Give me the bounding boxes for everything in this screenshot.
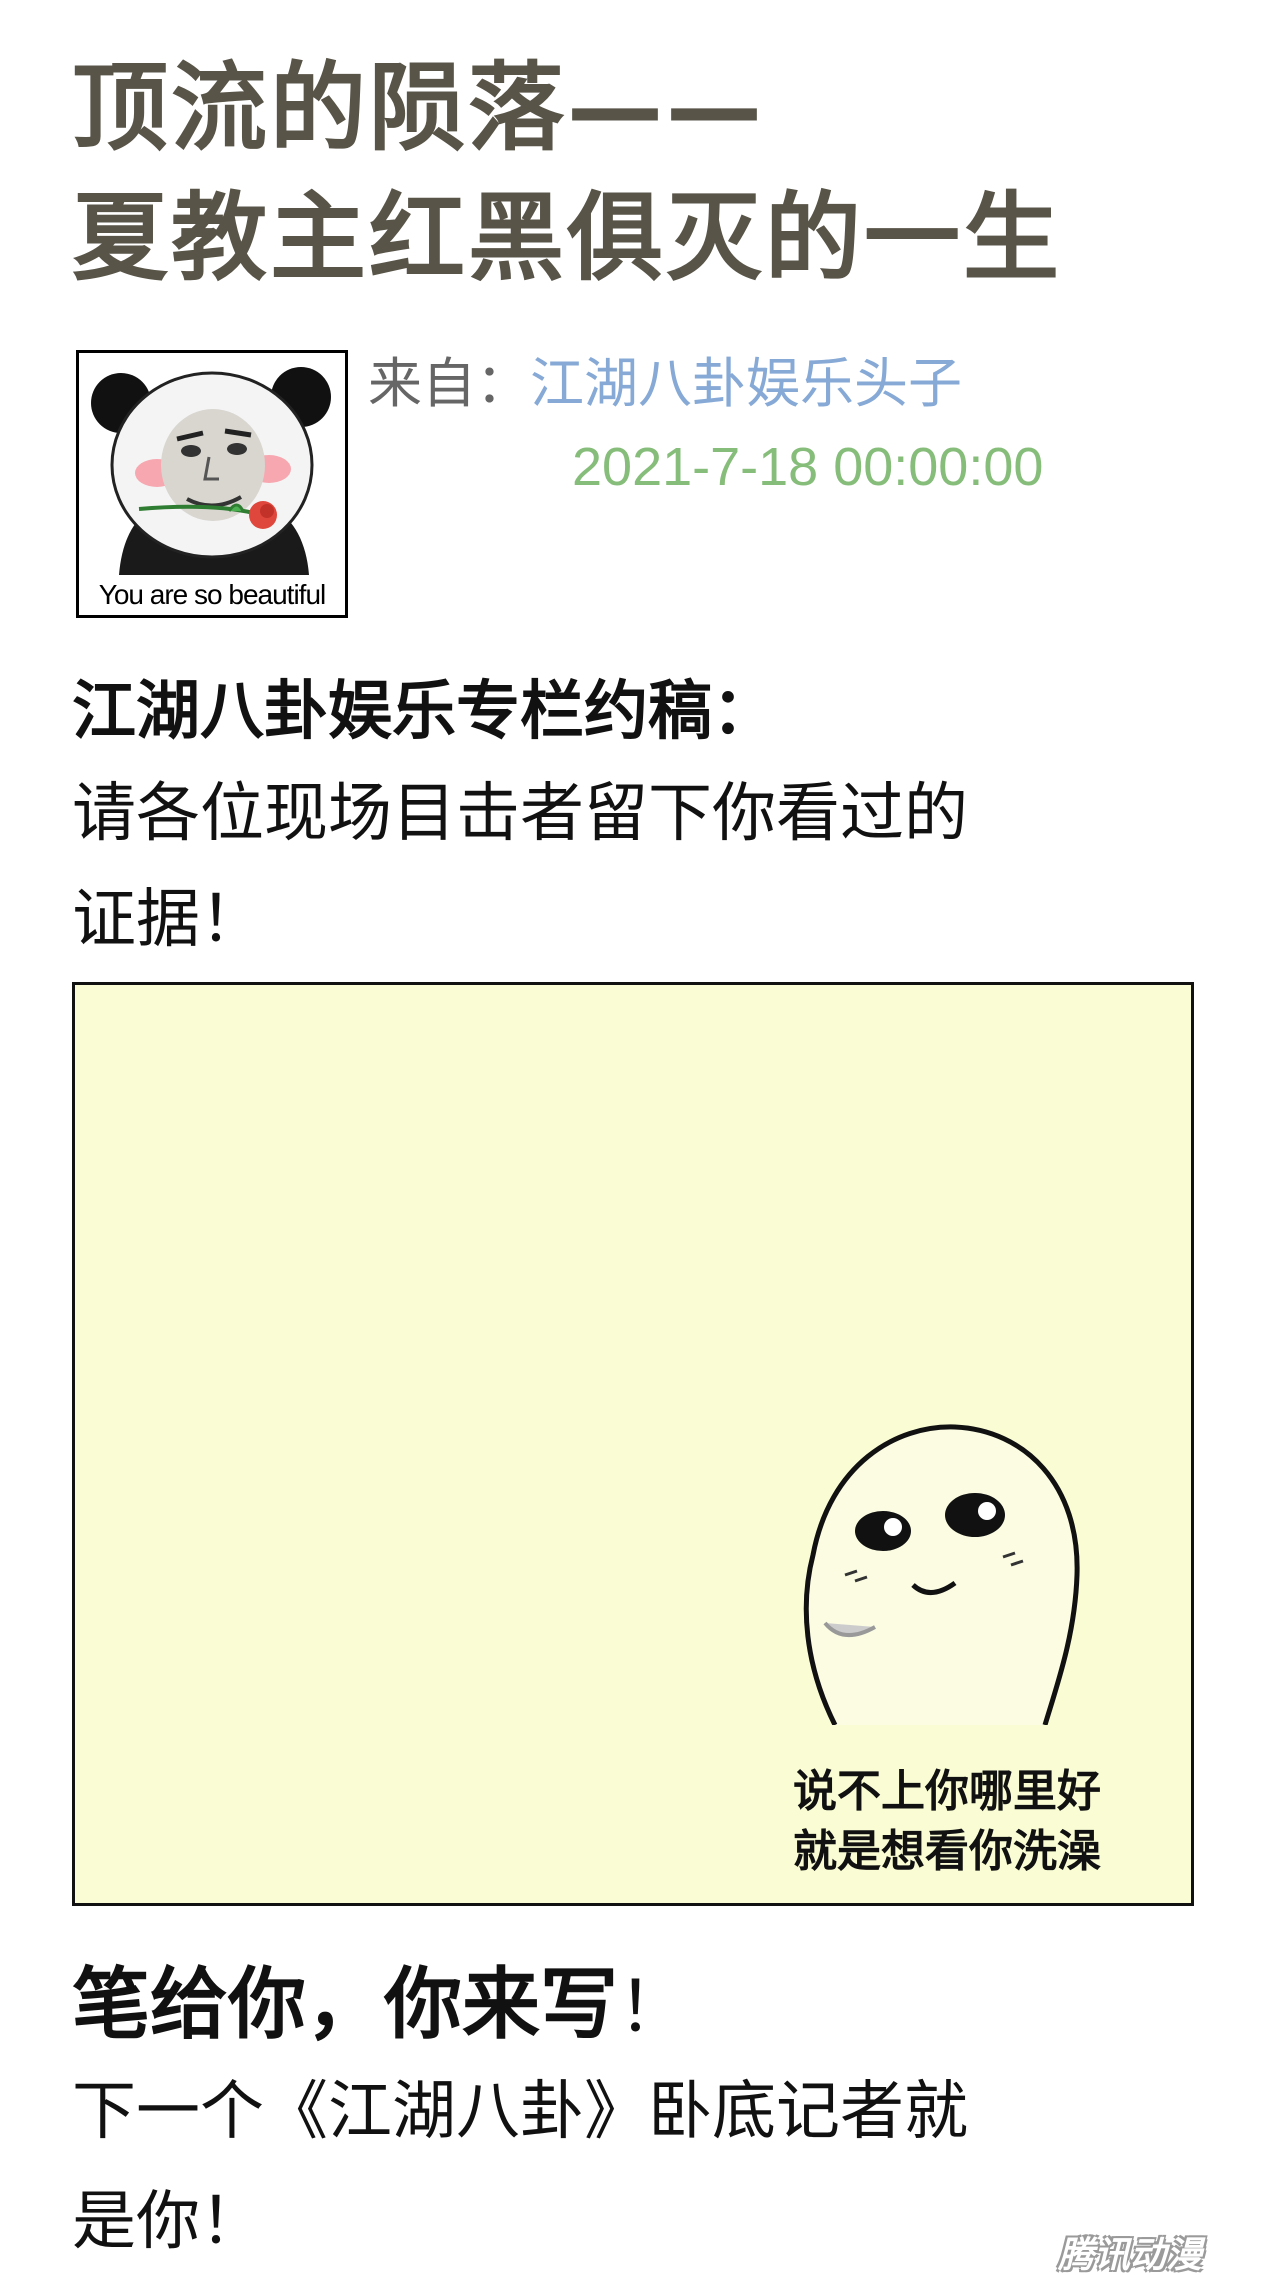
section-text-line-1: 请各位现场目击者留下你看过的 — [72, 777, 968, 851]
cta-text-line-2: 是你！ — [72, 2185, 264, 2259]
meme-card: 说不上你哪里好 就是想看你洗澡 — [72, 982, 1194, 1906]
cta-heading: 笔给你，你来写！ — [72, 1942, 688, 2054]
page-title-line-2: 夏教主红黑俱灭的一生 — [72, 182, 1062, 294]
panda-meme-icon — [91, 367, 331, 575]
section-heading: 江湖八卦娱乐专栏约稿： — [72, 675, 776, 749]
post-datetime: 2021-7-18 00:00:00 — [572, 437, 1044, 497]
smiling-blob-icon — [803, 1424, 1080, 1725]
byline: 来自：江湖八卦娱乐头子 — [368, 352, 962, 417]
avatar-caption: You are so beautiful — [98, 579, 327, 610]
watermark-logo: 腾讯动漫 — [1058, 2235, 1203, 2275]
from-label: 来自： — [368, 352, 530, 415]
cta-heading-exclaim: ！ — [618, 1966, 689, 2048]
page-title-line-1: 顶流的陨落—— — [72, 52, 765, 164]
meme-caption-line-1: 说不上你哪里好 — [793, 1766, 1101, 1817]
meme-caption-line-2: 就是想看你洗澡 — [793, 1826, 1101, 1877]
source-link[interactable]: 江湖八卦娱乐头子 — [530, 352, 962, 415]
cta-text-line-1: 下一个《江湖八卦》卧底记者就 — [72, 2075, 968, 2149]
avatar: You are so beautiful — [76, 350, 348, 618]
cta-heading-text: 笔给你，你来写 — [72, 1960, 619, 2050]
section-text-line-2: 证据！ — [72, 883, 264, 957]
